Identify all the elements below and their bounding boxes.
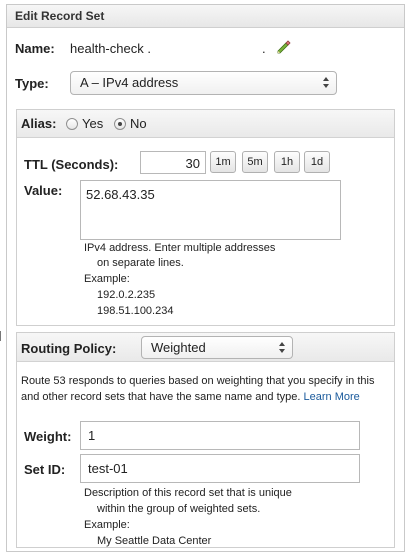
weight-input[interactable]: 1 xyxy=(80,421,360,450)
value-text: 52.68.43.35 xyxy=(86,187,155,202)
routing-policy-select[interactable]: Weighted xyxy=(141,336,293,359)
alias-label: Alias: xyxy=(21,116,57,131)
alias-header: Alias: Yes No xyxy=(17,110,394,138)
value-textarea[interactable]: 52.68.43.35 xyxy=(80,180,341,240)
set-id-example: My Seattle Data Center xyxy=(97,535,212,547)
value-example-label: Example: xyxy=(84,273,130,285)
weight-value: 1 xyxy=(88,428,96,443)
value-example-1: 192.0.2.235 xyxy=(97,289,156,301)
name-suffix: . xyxy=(262,41,266,56)
type-selected-value: A – IPv4 address xyxy=(80,75,179,90)
routing-policy-header: Routing Policy: Weighted xyxy=(17,333,394,362)
ttl-input[interactable]: 30 xyxy=(140,151,206,174)
window-edge-marker xyxy=(0,331,1,341)
routing-description-line1: Route 53 responds to queries based on we… xyxy=(21,375,375,387)
routing-description-line2: and other record sets that have the same… xyxy=(21,391,301,403)
select-arrows-icon xyxy=(279,342,285,353)
panel-header: Edit Record Set xyxy=(7,5,404,28)
ttl-value: 30 xyxy=(185,156,200,171)
ttl-1h-button[interactable]: 1h xyxy=(274,151,300,173)
alias-ttl-value-section: Alias: Yes No TTL (Seconds): 30 1m 5m 1h… xyxy=(16,109,395,326)
set-id-label: Set ID: xyxy=(24,462,66,477)
ttl-1d-button[interactable]: 1d xyxy=(304,151,330,173)
select-arrows-icon xyxy=(323,77,329,88)
alias-no-radio[interactable] xyxy=(114,118,126,130)
ttl-5m-button[interactable]: 5m xyxy=(242,151,268,173)
set-id-help-line1: Description of this record set that is u… xyxy=(84,487,292,499)
set-id-example-label: Example: xyxy=(84,519,130,531)
value-label: Value: xyxy=(24,183,63,198)
ttl-1m-button[interactable]: 1m xyxy=(210,151,236,173)
pencil-icon[interactable] xyxy=(277,40,291,54)
routing-description-line2-row: and other record sets that have the same… xyxy=(21,390,360,405)
edit-record-set-panel: Edit Record Set Name: health-check . . T… xyxy=(6,4,405,552)
panel-title: Edit Record Set xyxy=(15,9,105,23)
alias-yes-radio[interactable] xyxy=(66,118,78,130)
name-value[interactable]: health-check . xyxy=(70,41,151,56)
routing-policy-label: Routing Policy: xyxy=(21,341,117,356)
name-label: Name: xyxy=(15,41,55,56)
weight-label: Weight: xyxy=(24,429,72,444)
set-id-input[interactable]: test-01 xyxy=(80,454,360,483)
type-label: Type: xyxy=(15,76,49,91)
type-select[interactable]: A – IPv4 address xyxy=(70,71,337,95)
routing-policy-selected-value: Weighted xyxy=(151,340,206,355)
set-id-help-line2: within the group of weighted sets. xyxy=(97,503,261,515)
value-help-line1: IPv4 address. Enter multiple addresses xyxy=(84,242,276,254)
routing-policy-section: Routing Policy: Weighted Route 53 respon… xyxy=(16,332,395,548)
value-help-line2: on separate lines. xyxy=(97,257,184,269)
alias-yes-label: Yes xyxy=(82,116,104,131)
set-id-value: test-01 xyxy=(88,461,128,476)
ttl-label: TTL (Seconds): xyxy=(24,157,119,172)
value-example-2: 198.51.100.234 xyxy=(97,305,174,317)
alias-no-label: No xyxy=(130,116,147,131)
learn-more-link[interactable]: Learn More xyxy=(304,391,360,403)
